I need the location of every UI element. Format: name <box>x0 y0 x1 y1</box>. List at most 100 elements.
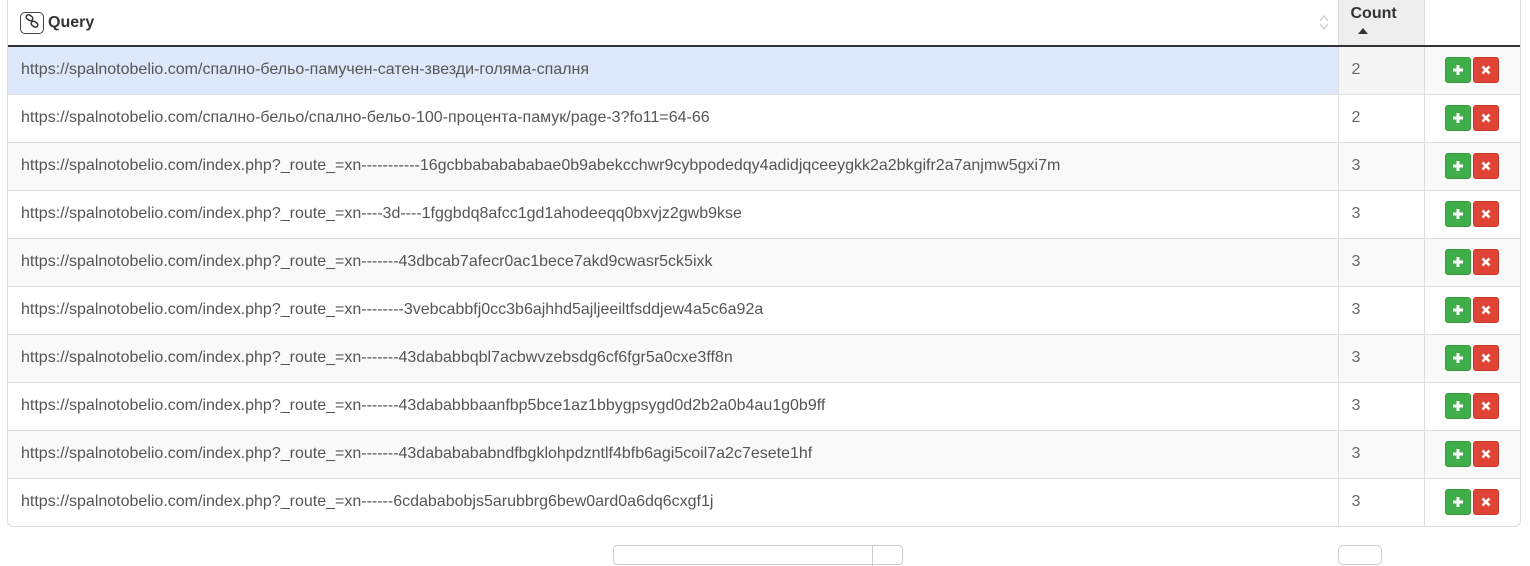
close-icon <box>1481 113 1490 123</box>
page-size-button[interactable] <box>1338 545 1382 565</box>
table-row[interactable]: https://spalnotobelio.com/index.php?_rou… <box>8 285 1520 334</box>
plus-icon <box>1452 352 1463 363</box>
close-icon <box>1481 305 1490 315</box>
close-icon <box>1481 497 1490 507</box>
table-row[interactable]: https://spalnotobelio.com/index.php?_rou… <box>8 477 1520 526</box>
count-value: 3 <box>1351 253 1361 270</box>
query-cell[interactable]: https://spalnotobelio.com/index.php?_rou… <box>8 333 1338 382</box>
remove-button[interactable] <box>1472 153 1499 179</box>
add-button[interactable] <box>1444 393 1471 419</box>
table-row[interactable]: https://spalnotobelio.com/index.php?_rou… <box>8 381 1520 430</box>
count-cell: 3 <box>1337 381 1425 430</box>
remove-button[interactable] <box>1472 489 1499 516</box>
query-text: https://spalnotobelio.com/index.php?_rou… <box>21 157 1061 174</box>
column-header-query-label: Query <box>48 13 95 31</box>
actions-cell <box>1424 285 1520 334</box>
plus-icon <box>1452 112 1463 123</box>
query-cell[interactable]: https://spalnotobelio.com/index.php?_rou… <box>8 381 1338 430</box>
remove-button[interactable] <box>1472 441 1499 467</box>
table-row[interactable]: https://spalnotobelio.com/index.php?_rou… <box>8 189 1520 238</box>
pagination-control[interactable] <box>613 545 903 566</box>
actions-cell <box>1424 333 1520 382</box>
table-row[interactable]: https://spalnotobelio.com/index.php?_rou… <box>8 237 1520 286</box>
add-button[interactable] <box>1444 249 1471 275</box>
table-row[interactable]: https://spalnotobelio.com/спално-бельо-п… <box>8 46 1520 94</box>
actions-cell <box>1424 46 1520 94</box>
add-button[interactable] <box>1444 57 1471 84</box>
count-value: 3 <box>1351 493 1361 511</box>
link-icon[interactable] <box>20 11 44 34</box>
remove-button[interactable] <box>1472 57 1499 84</box>
add-button[interactable] <box>1444 489 1471 516</box>
query-cell[interactable]: https://spalnotobelio.com/index.php?_rou… <box>8 429 1338 478</box>
count-value: 3 <box>1351 397 1361 414</box>
column-header-count[interactable]: Count <box>1337 0 1425 47</box>
column-header-actions <box>1424 0 1520 47</box>
table-row[interactable]: https://spalnotobelio.com/index.php?_rou… <box>8 333 1520 382</box>
close-icon <box>1481 353 1490 363</box>
count-cell: 3 <box>1337 477 1425 526</box>
remove-button[interactable] <box>1472 201 1499 227</box>
count-cell: 3 <box>1337 141 1425 190</box>
query-cell[interactable]: https://spalnotobelio.com/index.php?_rou… <box>8 237 1338 286</box>
sort-ascending-icon[interactable] <box>1357 27 1369 35</box>
table-row[interactable]: https://spalnotobelio.com/спално-бельо/с… <box>8 93 1520 142</box>
plus-icon <box>1452 304 1463 315</box>
table-header-row: Query Count <box>8 0 1520 47</box>
actions-cell <box>1424 381 1520 430</box>
actions-cell <box>1424 429 1520 478</box>
plus-icon <box>1452 256 1463 267</box>
add-button[interactable] <box>1444 297 1471 323</box>
add-button[interactable] <box>1444 105 1471 131</box>
column-header-query[interactable]: Query <box>8 0 1338 47</box>
query-text: https://spalnotobelio.com/index.php?_rou… <box>21 205 742 222</box>
remove-button[interactable] <box>1472 297 1499 323</box>
close-icon <box>1481 449 1490 459</box>
count-value: 3 <box>1351 445 1361 462</box>
table-row[interactable]: https://spalnotobelio.com/index.php?_rou… <box>8 141 1520 190</box>
queries-table-container: Query Count https://spalnotobelio.com/сп… <box>7 0 1521 527</box>
actions-cell <box>1424 93 1520 142</box>
count-cell: 3 <box>1337 189 1425 238</box>
count-cell: 3 <box>1337 429 1425 478</box>
close-icon <box>1481 209 1490 219</box>
table-row[interactable]: https://spalnotobelio.com/index.php?_rou… <box>8 429 1520 478</box>
remove-button[interactable] <box>1472 249 1499 275</box>
query-text: https://spalnotobelio.com/index.php?_rou… <box>21 301 764 318</box>
actions-cell <box>1424 141 1520 190</box>
count-value: 2 <box>1351 109 1361 126</box>
query-text: https://spalnotobelio.com/спално-бельо/с… <box>21 109 710 126</box>
query-text: https://spalnotobelio.com/index.php?_rou… <box>21 349 733 366</box>
actions-cell <box>1424 237 1520 286</box>
count-value: 3 <box>1351 205 1361 222</box>
close-icon <box>1481 401 1490 411</box>
plus-icon <box>1452 160 1463 171</box>
query-cell[interactable]: https://spalnotobelio.com/index.php?_rou… <box>8 189 1338 238</box>
pagination-divider <box>872 546 873 566</box>
sort-both-icon[interactable] <box>1318 13 1330 31</box>
query-cell[interactable]: https://spalnotobelio.com/спално-бельо-п… <box>8 46 1338 94</box>
count-cell: 3 <box>1337 333 1425 382</box>
plus-icon <box>1452 208 1463 219</box>
count-value: 3 <box>1351 349 1361 366</box>
plus-icon <box>1452 65 1463 76</box>
query-cell[interactable]: https://spalnotobelio.com/index.php?_rou… <box>8 477 1338 526</box>
plus-icon <box>1452 400 1463 411</box>
queries-table: Query Count https://spalnotobelio.com/сп… <box>8 0 1520 526</box>
add-button[interactable] <box>1444 441 1471 467</box>
remove-button[interactable] <box>1472 345 1499 371</box>
add-button[interactable] <box>1444 201 1471 227</box>
close-icon <box>1481 161 1490 171</box>
query-cell[interactable]: https://spalnotobelio.com/спално-бельо/с… <box>8 93 1338 142</box>
add-button[interactable] <box>1444 345 1471 371</box>
remove-button[interactable] <box>1472 393 1499 419</box>
query-text: https://spalnotobelio.com/index.php?_rou… <box>21 253 713 270</box>
query-cell[interactable]: https://spalnotobelio.com/index.php?_rou… <box>8 285 1338 334</box>
actions-cell <box>1424 189 1520 238</box>
add-button[interactable] <box>1444 153 1471 179</box>
remove-button[interactable] <box>1472 105 1499 131</box>
close-icon <box>1481 65 1490 75</box>
query-cell[interactable]: https://spalnotobelio.com/index.php?_rou… <box>8 141 1338 190</box>
column-header-count-label: Count <box>1350 4 1397 22</box>
query-text: https://spalnotobelio.com/index.php?_rou… <box>21 397 826 414</box>
